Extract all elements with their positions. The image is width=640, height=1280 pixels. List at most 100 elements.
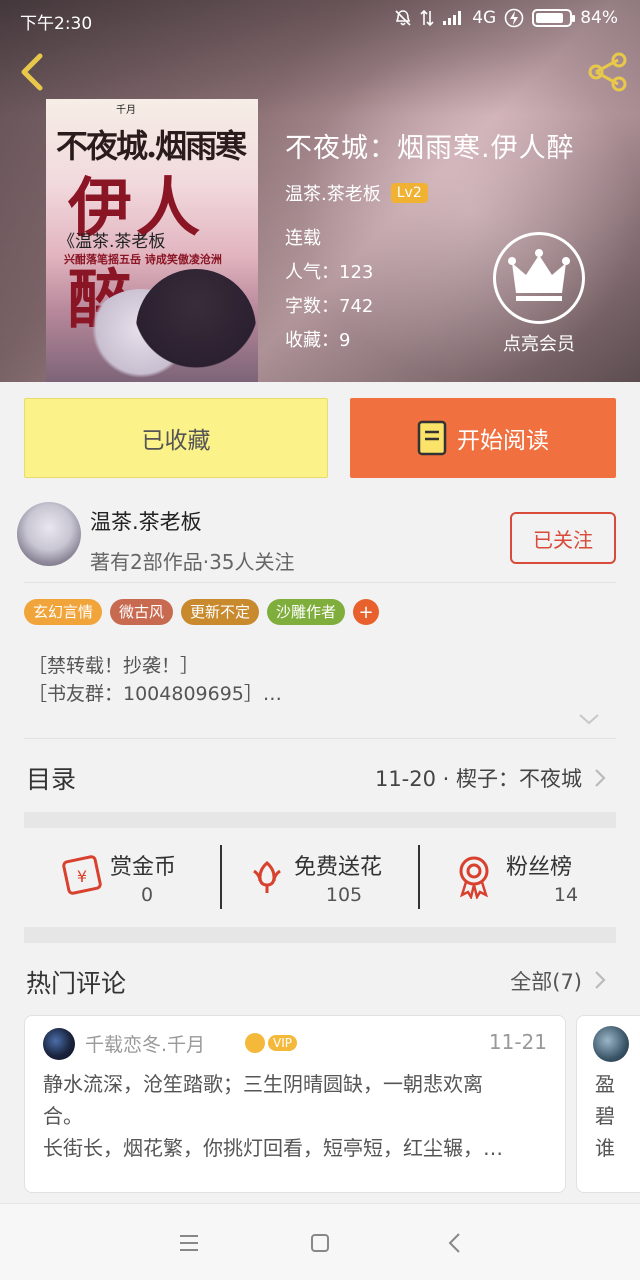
chevron-right-icon bbox=[595, 971, 606, 989]
comment-line: 碧 bbox=[595, 1104, 615, 1128]
hot-comments-header[interactable]: 热门评论 全部(7) bbox=[24, 944, 616, 1014]
book-popularity: 人气：123 bbox=[285, 262, 374, 283]
all-comments-link[interactable]: 全部(7) bbox=[510, 966, 582, 996]
status-bar: 下午2:30 4G 84% bbox=[0, 0, 640, 40]
add-tag-button[interactable]: + bbox=[353, 599, 380, 625]
data-transfer-icon bbox=[420, 9, 434, 27]
battery-icon bbox=[532, 9, 576, 27]
author-avatar[interactable] bbox=[17, 502, 81, 566]
tag-item[interactable]: 微古风 bbox=[110, 599, 174, 625]
system-nav-bar bbox=[0, 1203, 640, 1280]
start-reading-button[interactable]: 开始阅读 bbox=[350, 398, 616, 478]
book-status: 连载 bbox=[285, 228, 321, 249]
menu-icon[interactable] bbox=[174, 1228, 204, 1258]
send-flowers-button[interactable]: 免费送花 105 bbox=[222, 829, 418, 925]
signal-icon bbox=[443, 11, 462, 25]
tag-item[interactable]: 沙雕作者 bbox=[267, 599, 346, 625]
toc-latest-chapter: 11-20 · 楔子：不夜城 bbox=[374, 767, 582, 791]
description-line: ［禁转载！抄袭！］ bbox=[28, 655, 200, 677]
chevron-down-icon[interactable] bbox=[578, 712, 600, 726]
comment-line: 合。 bbox=[43, 1104, 83, 1128]
network-type: 4G bbox=[472, 8, 497, 28]
comment-card-next[interactable]: 盈 碧 谁 bbox=[576, 1015, 640, 1193]
battery-level bbox=[536, 13, 564, 23]
vip-label: VIP bbox=[268, 1035, 297, 1051]
battery-percent: 84% bbox=[580, 8, 618, 28]
book-word-count: 字数：742 bbox=[285, 296, 374, 317]
comment-preview: 盈 碧 谁 bbox=[595, 1068, 615, 1164]
hot-comments-title: 热门评论 bbox=[26, 969, 127, 998]
crown-icon bbox=[493, 232, 585, 324]
comment-line: 静水流深，沧笙踏歌；三生阴晴圆缺，一朝悲欢离 bbox=[43, 1072, 483, 1096]
member-button[interactable]: 点亮会员 bbox=[493, 232, 585, 356]
stat-label: 免费送花 bbox=[294, 855, 383, 880]
section-gap bbox=[24, 812, 616, 828]
follow-label: 已关注 bbox=[533, 527, 593, 552]
book-author: 温茶.茶老板 bbox=[285, 184, 381, 205]
table-of-contents-row[interactable]: 目录 11-20 · 楔子：不夜城 bbox=[24, 740, 616, 810]
mute-icon bbox=[395, 10, 411, 26]
cover-tagline: 兴酣落笔摇五岳 诗成笑傲凌沧洲 bbox=[64, 253, 222, 266]
commenter-name: 千载恋冬.千月 bbox=[85, 1034, 206, 1056]
vip-coin-icon bbox=[245, 1033, 265, 1053]
start-reading-label: 开始阅读 bbox=[457, 428, 549, 454]
vip-badge: VIP bbox=[245, 1033, 297, 1053]
follow-button[interactable]: 已关注 bbox=[510, 512, 616, 564]
divider bbox=[24, 582, 616, 583]
award-ribbon-icon bbox=[459, 856, 489, 899]
tag-list: 玄幻言情 微古风 更新不定 沙雕作者 + bbox=[24, 599, 380, 625]
back-nav-icon[interactable] bbox=[440, 1228, 470, 1258]
comment-line: 盈 bbox=[595, 1072, 615, 1096]
stat-label: 粉丝榜 bbox=[506, 855, 573, 880]
book-title: 不夜城：烟雨寒.伊人醉 bbox=[285, 133, 575, 164]
comment-body: 静水流深，沧笙踏歌；三生阴晴圆缺，一朝悲欢离 合。 长街长，烟花繁，你挑灯回看，… bbox=[43, 1068, 549, 1164]
charging-icon bbox=[504, 8, 524, 28]
author-row[interactable]: 温茶.茶老板 著有2部作品·35人关注 已关注 bbox=[0, 490, 640, 582]
favorite-label: 已收藏 bbox=[141, 428, 211, 454]
comment-date: 11-21 bbox=[488, 1030, 547, 1054]
book-icon bbox=[417, 420, 447, 456]
level-badge: Lv2 bbox=[390, 183, 428, 203]
interaction-stats: ¥ 赏金币 0 免费送花 105 粉丝榜 14 bbox=[24, 829, 616, 925]
stat-value: 105 bbox=[325, 884, 363, 906]
author-stats: 著有2部作品·35人关注 bbox=[90, 550, 295, 574]
book-favorites: 收藏：9 bbox=[285, 330, 351, 351]
back-button[interactable] bbox=[12, 50, 52, 94]
flower-icon bbox=[253, 861, 281, 893]
section-gap bbox=[24, 927, 616, 943]
tag-item[interactable]: 玄幻言情 bbox=[24, 599, 103, 625]
status-time: 下午2:30 bbox=[20, 14, 93, 34]
book-description[interactable]: ［禁转载！抄袭！］ ［书友群：1004809695］… bbox=[28, 652, 282, 708]
share-button[interactable] bbox=[586, 52, 630, 92]
cover-figure-dark bbox=[136, 269, 256, 382]
favorite-button[interactable]: 已收藏 bbox=[24, 398, 328, 478]
fan-ranking-button[interactable]: 粉丝榜 14 bbox=[420, 829, 616, 925]
book-header: 下午2:30 4G 84% 千月 不夜城.烟雨寒 伊人醉 《温茶.茶老板 兴酣落… bbox=[0, 0, 640, 382]
svg-text:¥: ¥ bbox=[77, 867, 87, 886]
description-line: ［书友群：1004809695］… bbox=[28, 683, 282, 705]
divider bbox=[24, 738, 616, 739]
chevron-left-icon bbox=[21, 53, 43, 91]
toc-title: 目录 bbox=[26, 765, 77, 794]
cover-brand: 千月 bbox=[116, 105, 136, 116]
stat-value: 0 bbox=[140, 884, 154, 906]
red-envelope-icon: ¥ bbox=[62, 855, 102, 895]
book-author-line[interactable]: 温茶.茶老板 Lv2 bbox=[285, 180, 428, 206]
stat-label: 赏金币 bbox=[110, 855, 177, 880]
home-icon[interactable] bbox=[305, 1228, 335, 1258]
commenter-avatar[interactable] bbox=[593, 1026, 629, 1062]
cover-author: 《温茶.茶老板 bbox=[58, 232, 166, 252]
status-icons: 4G 84% bbox=[394, 8, 618, 28]
share-icon bbox=[588, 52, 627, 92]
chevron-right-icon bbox=[595, 769, 606, 787]
member-label: 点亮会员 bbox=[503, 334, 575, 355]
stat-value: 14 bbox=[553, 884, 579, 906]
commenter-avatar[interactable] bbox=[43, 1028, 75, 1060]
comment-card[interactable]: 千载恋冬.千月 VIP 11-21 静水流深，沧笙踏歌；三生阴晴圆缺，一朝悲欢离… bbox=[24, 1015, 566, 1193]
reward-coins-button[interactable]: ¥ 赏金币 0 bbox=[24, 829, 220, 925]
book-cover[interactable]: 千月 不夜城.烟雨寒 伊人醉 《温茶.茶老板 兴酣落笔摇五岳 诗成笑傲凌沧洲 bbox=[46, 99, 258, 382]
comment-line: 长街长，烟花繁，你挑灯回看，短亭短，红尘辗，… bbox=[43, 1136, 503, 1160]
comment-line: 谁 bbox=[595, 1136, 615, 1160]
author-name: 温茶.茶老板 bbox=[90, 510, 202, 534]
tag-item[interactable]: 更新不定 bbox=[181, 599, 260, 625]
